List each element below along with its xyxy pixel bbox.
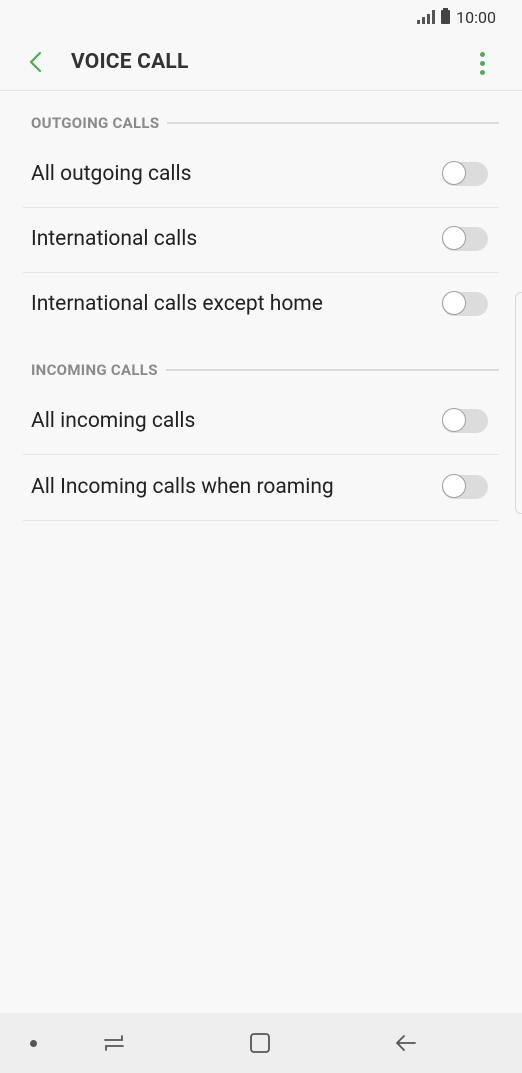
- international-calls-toggle[interactable]: [442, 226, 488, 251]
- list-item-label: All incoming calls: [31, 409, 196, 433]
- toggle-thumb: [442, 226, 466, 250]
- recents-icon: [104, 1035, 124, 1051]
- app-bar: VOICE CALL: [0, 34, 522, 91]
- page-title: VOICE CALL: [71, 50, 189, 74]
- section-header-incoming: INCOMING CALLS: [31, 359, 499, 381]
- section-header-label: INCOMING CALLS: [31, 361, 158, 379]
- list-item-international-calls[interactable]: International calls: [23, 207, 499, 273]
- section-divider: [165, 369, 499, 371]
- list-item-all-incoming-calls-when-roaming[interactable]: All Incoming calls when roaming: [23, 455, 499, 521]
- list-item-label: All Incoming calls when roaming: [31, 475, 334, 499]
- all-incoming-calls-toggle[interactable]: [442, 408, 488, 433]
- section-divider: [167, 122, 499, 124]
- list-item-all-outgoing-calls[interactable]: All outgoing calls: [23, 142, 499, 208]
- section-header-label: OUTGOING CALLS: [31, 114, 160, 132]
- signal-icon: [417, 10, 436, 24]
- more-options-button[interactable]: [468, 48, 496, 78]
- navigation-bar: [0, 1013, 522, 1073]
- toggle-thumb: [442, 291, 466, 315]
- toggle-thumb: [442, 408, 466, 432]
- list-item-label: International calls except home: [31, 292, 323, 316]
- nav-dot-icon[interactable]: [30, 1040, 37, 1047]
- toggle-thumb: [442, 161, 466, 185]
- nav-back-button[interactable]: [388, 1027, 424, 1059]
- international-calls-except-home-toggle[interactable]: [442, 291, 488, 316]
- status-bar: 10:00: [0, 0, 522, 34]
- toggle-thumb: [442, 474, 466, 498]
- home-button[interactable]: [242, 1027, 278, 1059]
- all-incoming-calls-roaming-toggle[interactable]: [442, 474, 488, 499]
- recents-button[interactable]: [96, 1027, 132, 1059]
- section-header-outgoing: OUTGOING CALLS: [31, 112, 499, 134]
- list-item-international-calls-except-home[interactable]: International calls except home: [23, 272, 499, 337]
- home-icon: [250, 1033, 270, 1053]
- all-outgoing-calls-toggle[interactable]: [442, 161, 488, 186]
- list-item-label: International calls: [31, 227, 198, 251]
- list-item-label: All outgoing calls: [31, 162, 192, 186]
- back-button[interactable]: [18, 44, 54, 80]
- status-icons: 10:00: [417, 6, 496, 28]
- back-arrow-icon: [396, 1035, 416, 1051]
- status-time: 10:00: [456, 7, 496, 27]
- edge-panel-handle[interactable]: [515, 292, 522, 514]
- chevron-left-icon: [29, 51, 42, 73]
- more-vertical-icon: [479, 51, 485, 75]
- battery-icon: [441, 8, 451, 24]
- list-item-all-incoming-calls[interactable]: All incoming calls: [23, 389, 499, 455]
